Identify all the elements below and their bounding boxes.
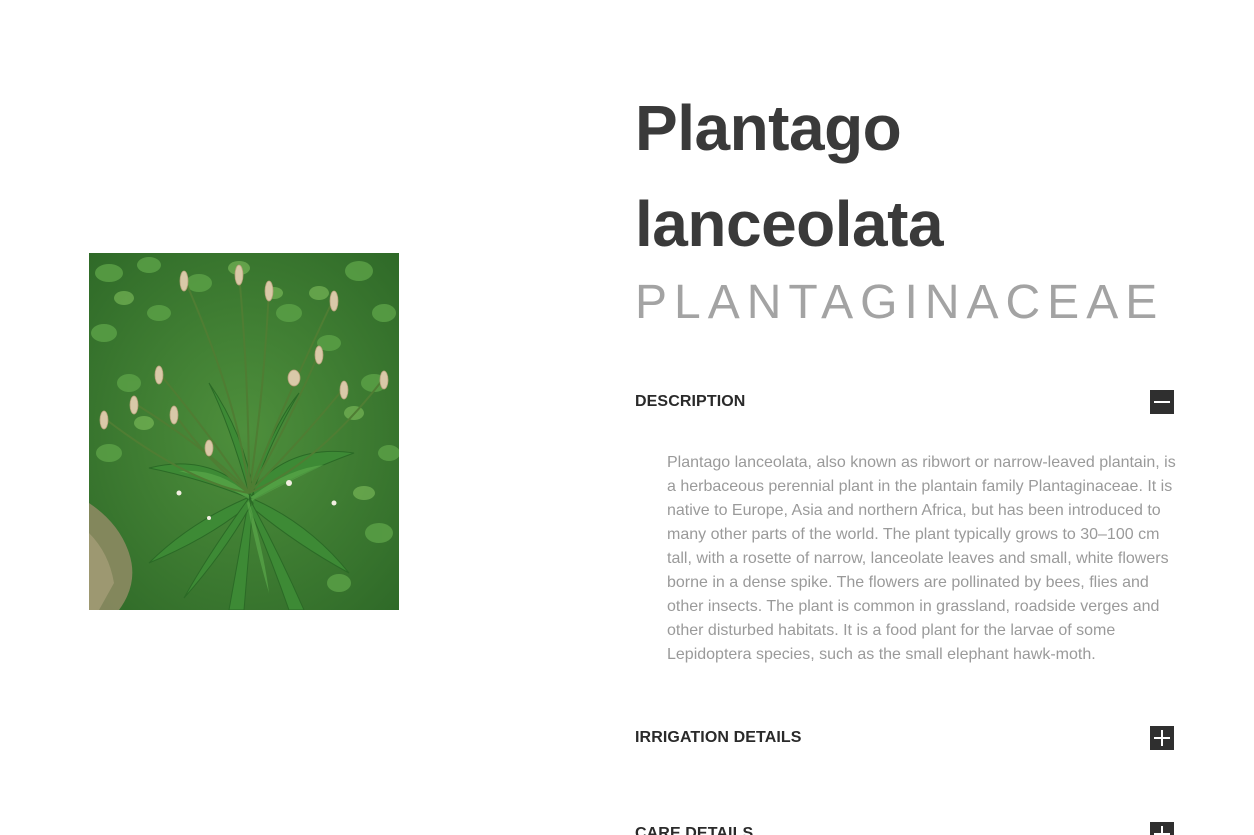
care-title: CARE DETAILS: [635, 825, 754, 835]
collapse-description-button[interactable]: [1150, 390, 1174, 414]
plant-photo-illustration: [89, 253, 399, 610]
description-title: DESCRIPTION: [635, 393, 746, 410]
irrigation-header[interactable]: IRRIGATION DETAILS: [635, 726, 1174, 750]
plant-name: Plantago lanceolata: [635, 92, 944, 260]
irrigation-title: IRRIGATION DETAILS: [635, 729, 802, 746]
plant-image: [89, 253, 399, 610]
care-header[interactable]: CARE DETAILS: [635, 822, 1174, 835]
minus-icon: [1154, 401, 1170, 403]
expand-irrigation-button[interactable]: [1150, 726, 1174, 750]
description-header[interactable]: DESCRIPTION: [635, 390, 1174, 414]
description-text: Plantago lanceolata, also known as ribwo…: [667, 454, 1176, 663]
plant-detail-page: Plantago lanceolata PLANTAGINACEAE DESCR…: [0, 0, 1254, 835]
plant-family: PLANTAGINACEAE: [635, 276, 1165, 329]
expand-care-button[interactable]: [1150, 822, 1174, 835]
